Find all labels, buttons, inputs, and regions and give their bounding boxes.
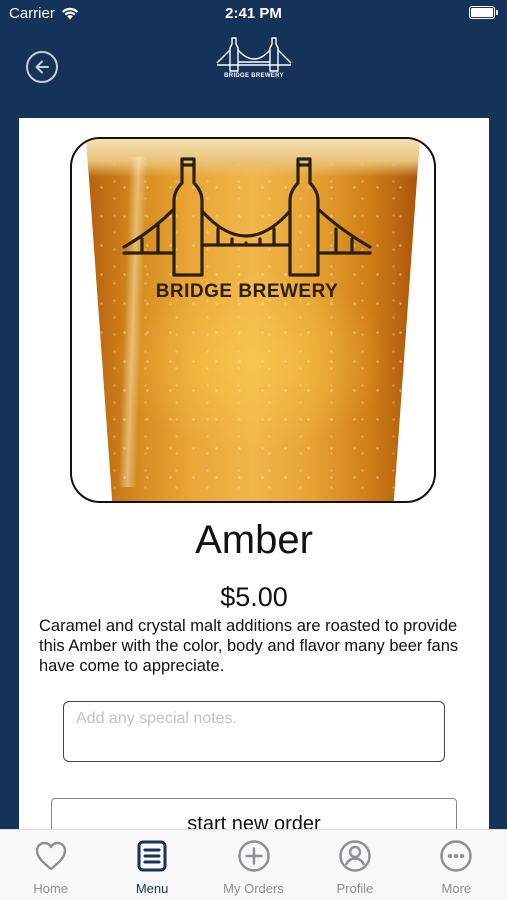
product-name: Amber	[195, 518, 313, 562]
tab-label: More	[441, 881, 472, 896]
tab-menu[interactable]: Menu	[101, 830, 202, 900]
glass-brand-name: BRIDGE BREWERY	[155, 281, 339, 302]
tab-my-orders[interactable]: My Orders	[203, 830, 304, 900]
special-notes-input[interactable]	[63, 701, 445, 762]
brand-logo: BRIDGE BREWERY	[212, 36, 296, 88]
bridge-bottles-icon	[122, 157, 372, 277]
profile-icon	[338, 839, 372, 873]
plus-circle-icon	[237, 839, 271, 873]
tab-home[interactable]: Home	[0, 830, 101, 900]
battery-icon	[469, 6, 498, 19]
tab-label: Home	[33, 881, 69, 896]
status-time: 2:41 PM	[225, 5, 282, 22]
tab-bar: Home Menu My Orders Profile More	[0, 829, 507, 900]
brand-name: BRIDGE BREWERY	[224, 73, 284, 79]
heart-icon	[34, 839, 68, 873]
nav-header: BRIDGE BREWERY	[0, 28, 507, 118]
status-bar: Carrier 2:41 PM	[0, 0, 507, 28]
tab-label: Menu	[135, 881, 169, 896]
back-button[interactable]	[26, 51, 58, 83]
product-detail-card: BRIDGE BREWERY Amber $5.00 Caramel and c…	[19, 118, 489, 830]
menu-list-icon	[135, 839, 169, 873]
product-description: Caramel and crystal malt additions are r…	[39, 617, 459, 675]
start-new-order-button[interactable]: start new order	[51, 798, 457, 830]
tab-label: My Orders	[223, 881, 284, 896]
tab-profile[interactable]: Profile	[304, 830, 405, 900]
bridge-logo-icon	[216, 37, 292, 72]
tab-more[interactable]: More	[406, 830, 507, 900]
more-icon	[439, 839, 473, 873]
product-image: BRIDGE BREWERY	[70, 137, 436, 503]
tab-label: Profile	[336, 881, 374, 896]
glass-brand-logo: BRIDGE BREWERY	[122, 153, 372, 318]
product-price: $5.00	[220, 582, 288, 612]
arrow-left-icon	[35, 60, 49, 74]
